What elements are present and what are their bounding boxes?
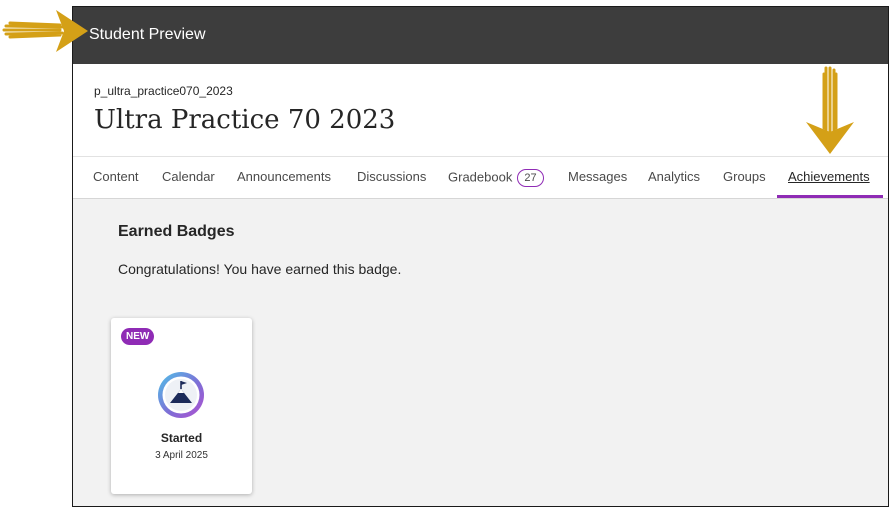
browser-frame: Student Preview p_ultra_practice070_2023… [72,6,889,507]
achievements-content: Earned Badges Congratulations! You have … [73,199,888,506]
active-tab-indicator [777,195,883,198]
badge-date: 3 April 2025 [155,450,208,461]
arrow-down-icon [806,66,854,154]
mountain-flag-icon [158,372,204,418]
new-badge-pill: NEW [121,328,155,345]
tab-gradebook[interactable]: Gradebook 27 [448,169,544,187]
student-preview-title: Student Preview [89,26,206,43]
tab-content[interactable]: Content [93,169,139,184]
badge-name: Started [160,431,203,445]
earned-badges-heading: Earned Badges [118,223,235,240]
tab-calendar[interactable]: Calendar [162,169,215,184]
course-nav-tabs: Content Calendar Announcements Discussio… [73,156,888,199]
tab-groups[interactable]: Groups [723,169,766,184]
tab-announcements[interactable]: Announcements [237,169,331,184]
student-preview-bar: Student Preview [73,7,888,64]
badge-card[interactable]: NEW Started 3 April 2025 [111,318,252,494]
tab-discussions[interactable]: Discussions [357,169,426,184]
gradebook-count-badge: 27 [517,169,544,187]
tab-gradebook-label: Gradebook [448,169,513,185]
course-header: p_ultra_practice070_2023 Ultra Practice … [73,64,888,156]
arrow-right-icon [2,10,88,52]
tab-analytics[interactable]: Analytics [648,169,700,184]
course-id: p_ultra_practice070_2023 [94,84,233,98]
tab-messages[interactable]: Messages [568,169,627,184]
course-title: Ultra Practice 70 2023 [94,105,396,135]
tab-achievements[interactable]: Achievements [788,169,870,184]
congratulations-message: Congratulations! You have earned this ba… [118,261,402,277]
